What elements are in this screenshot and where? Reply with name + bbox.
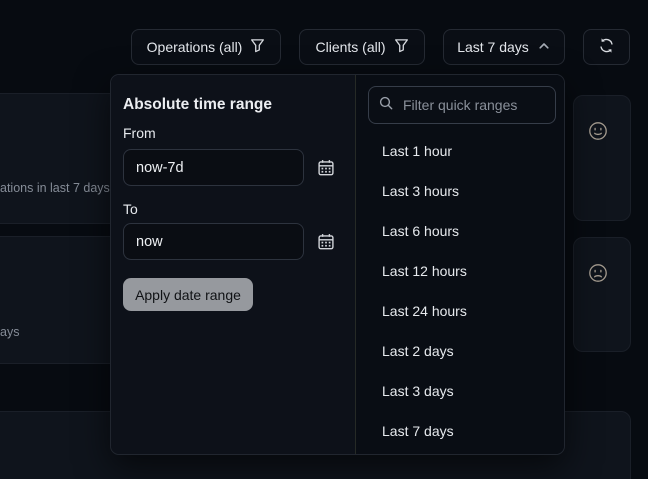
calendar-icon[interactable] — [316, 159, 336, 179]
apply-date-range-button[interactable]: Apply date range — [123, 278, 253, 311]
from-input[interactable] — [123, 149, 304, 186]
refresh-button[interactable] — [583, 29, 630, 65]
filter-icon — [250, 38, 265, 56]
happy-face-icon — [587, 120, 609, 147]
absolute-time-range-section: Absolute time range From To — [111, 75, 355, 454]
to-label: To — [123, 201, 138, 217]
refresh-icon — [598, 37, 615, 57]
quick-range-option[interactable]: Last 3 hours — [356, 171, 565, 211]
quick-ranges-section: Last 1 hour Last 3 hours Last 6 hours La… — [355, 75, 565, 454]
operations-filter-label: Operations (all) — [147, 39, 243, 55]
quick-ranges-search[interactable] — [368, 86, 556, 124]
from-label: From — [123, 125, 156, 141]
filter-icon — [394, 38, 409, 56]
background-card-row2-right — [573, 237, 631, 352]
quick-range-option[interactable]: Last 12 hours — [356, 251, 565, 291]
time-range-label: Last 7 days — [457, 39, 529, 55]
quick-range-option[interactable]: Last 24 hours — [356, 291, 565, 331]
clients-filter-button[interactable]: Clients (all) — [299, 29, 425, 65]
time-picker-dropdown: Absolute time range From To — [110, 74, 565, 455]
background-card-row1-right — [573, 95, 631, 221]
calendar-icon[interactable] — [316, 233, 336, 253]
chevron-up-icon — [537, 39, 551, 56]
quick-range-option[interactable]: Last 1 hour — [356, 131, 565, 171]
quick-range-option[interactable]: Last 2 days — [356, 331, 565, 371]
clipped-stat-text: ations in last 7 days — [0, 181, 110, 195]
operations-filter-button[interactable]: Operations (all) — [131, 29, 281, 65]
clipped-stat-text: ays — [0, 325, 19, 339]
quick-ranges-list: Last 1 hour Last 3 hours Last 6 hours La… — [356, 131, 565, 451]
quick-range-option[interactable]: Last 3 days — [356, 371, 565, 411]
clients-filter-label: Clients (all) — [315, 39, 385, 55]
search-icon — [379, 96, 393, 115]
dashboard-screen: ations in last 7 days ays Operations (al… — [0, 0, 648, 479]
filter-quick-ranges-input[interactable] — [401, 96, 545, 114]
absolute-time-range-title: Absolute time range — [123, 96, 272, 114]
sad-face-icon — [587, 262, 609, 289]
to-input[interactable] — [123, 223, 304, 260]
quick-range-option[interactable]: Last 6 hours — [356, 211, 565, 251]
quick-range-option[interactable]: Last 7 days — [356, 411, 565, 451]
time-range-button[interactable]: Last 7 days — [443, 29, 565, 65]
